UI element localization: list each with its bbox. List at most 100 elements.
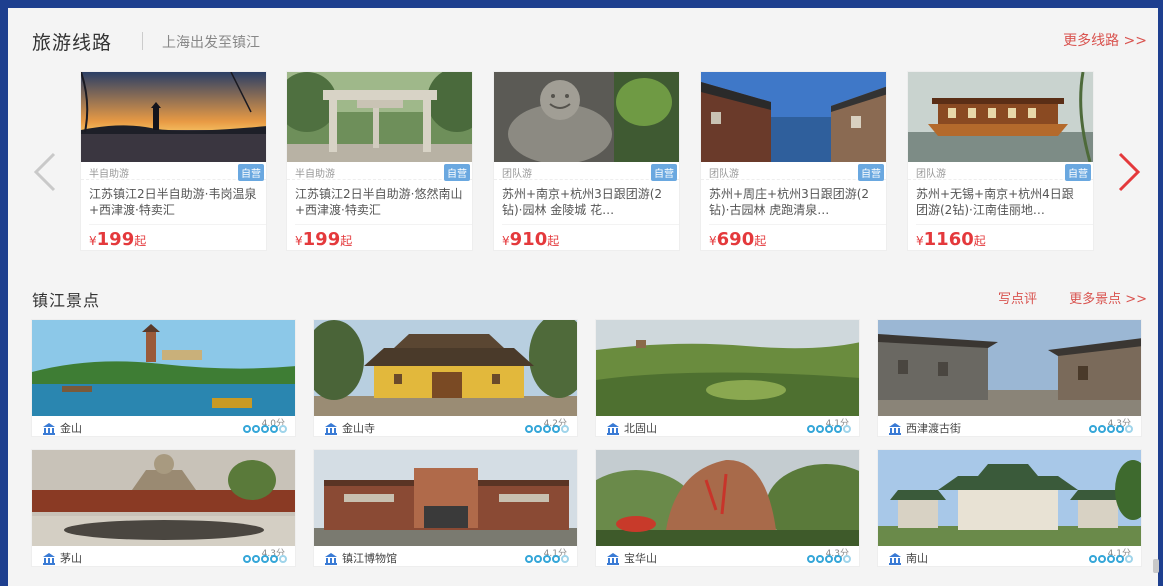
rating-circle-icon <box>1116 555 1124 563</box>
currency-symbol: ¥ <box>502 234 510 248</box>
route-type: 半自助游 <box>89 169 129 180</box>
rating-circle-icon <box>807 555 815 563</box>
route-card[interactable]: 团队游 自营 苏州+南京+杭州3日跟团游(2钻)·园林 金陵城 花… ¥910起 <box>493 71 680 251</box>
price-value: 690 <box>716 229 755 250</box>
more-spots-link[interactable]: 更多景点 >> <box>1069 288 1147 307</box>
spot-photo <box>878 450 1141 546</box>
spot-photo <box>314 320 577 416</box>
rating-circle-icon <box>525 555 533 563</box>
spot-name: 南山 <box>906 552 928 565</box>
rating-circle-icon <box>1116 425 1124 433</box>
route-photo <box>908 72 1093 163</box>
content-frame: 旅游线路 上海出发至镇江 更多线路 >> 半自助游 自营 江苏镇江2日半自助游·… <box>8 8 1158 586</box>
rating-circles <box>806 555 851 564</box>
more-routes-link[interactable]: 更多线路 >> <box>1063 30 1147 50</box>
rating-circle-icon <box>552 555 560 563</box>
spot-card[interactable]: 茅山 4.3分 <box>31 449 296 567</box>
rating-circle-icon <box>807 425 815 433</box>
rating-circle-icon <box>1107 555 1115 563</box>
spot-photo <box>596 450 859 550</box>
route-title[interactable]: 江苏镇江2日半自助游·悠然南山+西津渡·特卖汇 <box>295 186 464 218</box>
spot-photo <box>878 320 1141 416</box>
rating-circle-icon <box>1125 425 1133 433</box>
title-divider <box>142 32 143 50</box>
rating-circle-icon <box>525 425 533 433</box>
rating-circle-icon <box>270 555 278 563</box>
rating-circle-icon <box>843 555 851 563</box>
route-card[interactable]: 半自助游 自营 江苏镇江2日半自助游·悠然南山+西津渡·特卖汇 ¥199起 <box>286 71 473 251</box>
route-price: ¥199起 <box>89 224 266 250</box>
rating-circle-icon <box>843 425 851 433</box>
price-value: 910 <box>509 229 548 250</box>
route-title[interactable]: 苏州+无锡+南京+杭州4日跟团游(2钻)·江南佳丽地… <box>916 186 1085 218</box>
spot-card[interactable]: 金山 4.0分 <box>31 319 296 437</box>
rating-circle-icon <box>261 555 269 563</box>
chevron-left-icon[interactable] <box>30 151 60 193</box>
spot-card[interactable]: 西津渡古街 4.3分 <box>877 319 1142 437</box>
route-title[interactable]: 苏州+南京+杭州3日跟团游(2钻)·园林 金陵城 花… <box>502 186 671 218</box>
route-price: ¥910起 <box>502 224 679 250</box>
price-suffix: 起 <box>973 234 986 248</box>
rating-circle-icon <box>279 425 287 433</box>
spot-name: 北固山 <box>624 422 657 435</box>
price-value: 199 <box>96 229 135 250</box>
rating-circle-icon <box>543 425 551 433</box>
rating-circle-icon <box>1098 425 1106 433</box>
route-card[interactable]: 团队游 自营 苏州+周庄+杭州3日跟团游(2钻)·古园林 虎跑清泉… ¥690起 <box>700 71 887 251</box>
landmark-icon <box>888 420 902 435</box>
route-title[interactable]: 江苏镇江2日半自助游·韦岗温泉+西津渡·特卖汇 <box>89 186 258 218</box>
currency-symbol: ¥ <box>295 234 303 248</box>
landmark-icon <box>324 420 338 435</box>
spot-card[interactable]: 南山 4.1分 <box>877 449 1142 567</box>
self-run-badge: 自营 <box>858 164 884 181</box>
rating-circle-icon <box>834 425 842 433</box>
rating-circle-icon <box>243 555 251 563</box>
price-suffix: 起 <box>547 234 560 248</box>
chevron-right-icon[interactable] <box>1114 151 1144 193</box>
currency-symbol: ¥ <box>709 234 717 248</box>
spots-header: 镇江景点 写点评 更多景点 >> <box>32 287 1147 310</box>
rating-circle-icon <box>834 555 842 563</box>
rating-circle-icon <box>561 425 569 433</box>
price-suffix: 起 <box>134 234 147 248</box>
spot-card[interactable]: 金山寺 4.2分 <box>313 319 578 437</box>
route-type: 团队游 <box>502 169 532 180</box>
route-photo <box>494 72 679 164</box>
price-value: 1160 <box>923 229 974 250</box>
write-review-link[interactable]: 写点评 <box>998 288 1037 307</box>
route-title[interactable]: 苏州+周庄+杭州3日跟团游(2钻)·古园林 虎跑清泉… <box>709 186 878 218</box>
routes-header: 旅游线路 上海出发至镇江 更多线路 >> <box>32 28 1147 56</box>
rating-circle-icon <box>1107 425 1115 433</box>
route-price: ¥690起 <box>709 224 886 250</box>
self-run-badge: 自营 <box>238 164 264 181</box>
rating-circle-icon <box>825 425 833 433</box>
self-run-badge: 自营 <box>1065 164 1091 181</box>
spot-card[interactable]: 镇江博物馆 4.1分 <box>313 449 578 567</box>
rating-circle-icon <box>534 425 542 433</box>
landmark-icon <box>42 550 56 565</box>
rating-circle-icon <box>270 425 278 433</box>
currency-symbol: ¥ <box>916 234 924 248</box>
scrollbar-thumb[interactable] <box>1153 559 1159 573</box>
rating-circles <box>1088 555 1133 564</box>
landmark-icon <box>606 550 620 565</box>
spot-card[interactable]: 宝华山 4.3分 <box>595 449 860 567</box>
spot-name: 宝华山 <box>624 552 657 565</box>
route-card[interactable]: 半自助游 自营 江苏镇江2日半自助游·韦岗温泉+西津渡·特卖汇 ¥199起 <box>80 71 267 251</box>
spot-photo <box>314 450 577 546</box>
routes-title: 旅游线路 <box>32 32 113 54</box>
rating-circle-icon <box>252 425 260 433</box>
rating-circle-icon <box>252 555 260 563</box>
landmark-icon <box>324 550 338 565</box>
spot-name: 金山寺 <box>342 422 375 435</box>
rating-circles <box>524 425 569 434</box>
rating-circle-icon <box>243 425 251 433</box>
landmark-icon <box>888 550 902 565</box>
rating-circle-icon <box>1125 555 1133 563</box>
rating-circles <box>1088 425 1133 434</box>
rating-circles <box>806 425 851 434</box>
spot-card[interactable]: 北固山 4.1分 <box>595 319 860 437</box>
rating-circle-icon <box>552 425 560 433</box>
route-type: 半自助游 <box>295 169 335 180</box>
route-card[interactable]: 团队游 自营 苏州+无锡+南京+杭州4日跟团游(2钻)·江南佳丽地… ¥1160… <box>907 71 1094 251</box>
